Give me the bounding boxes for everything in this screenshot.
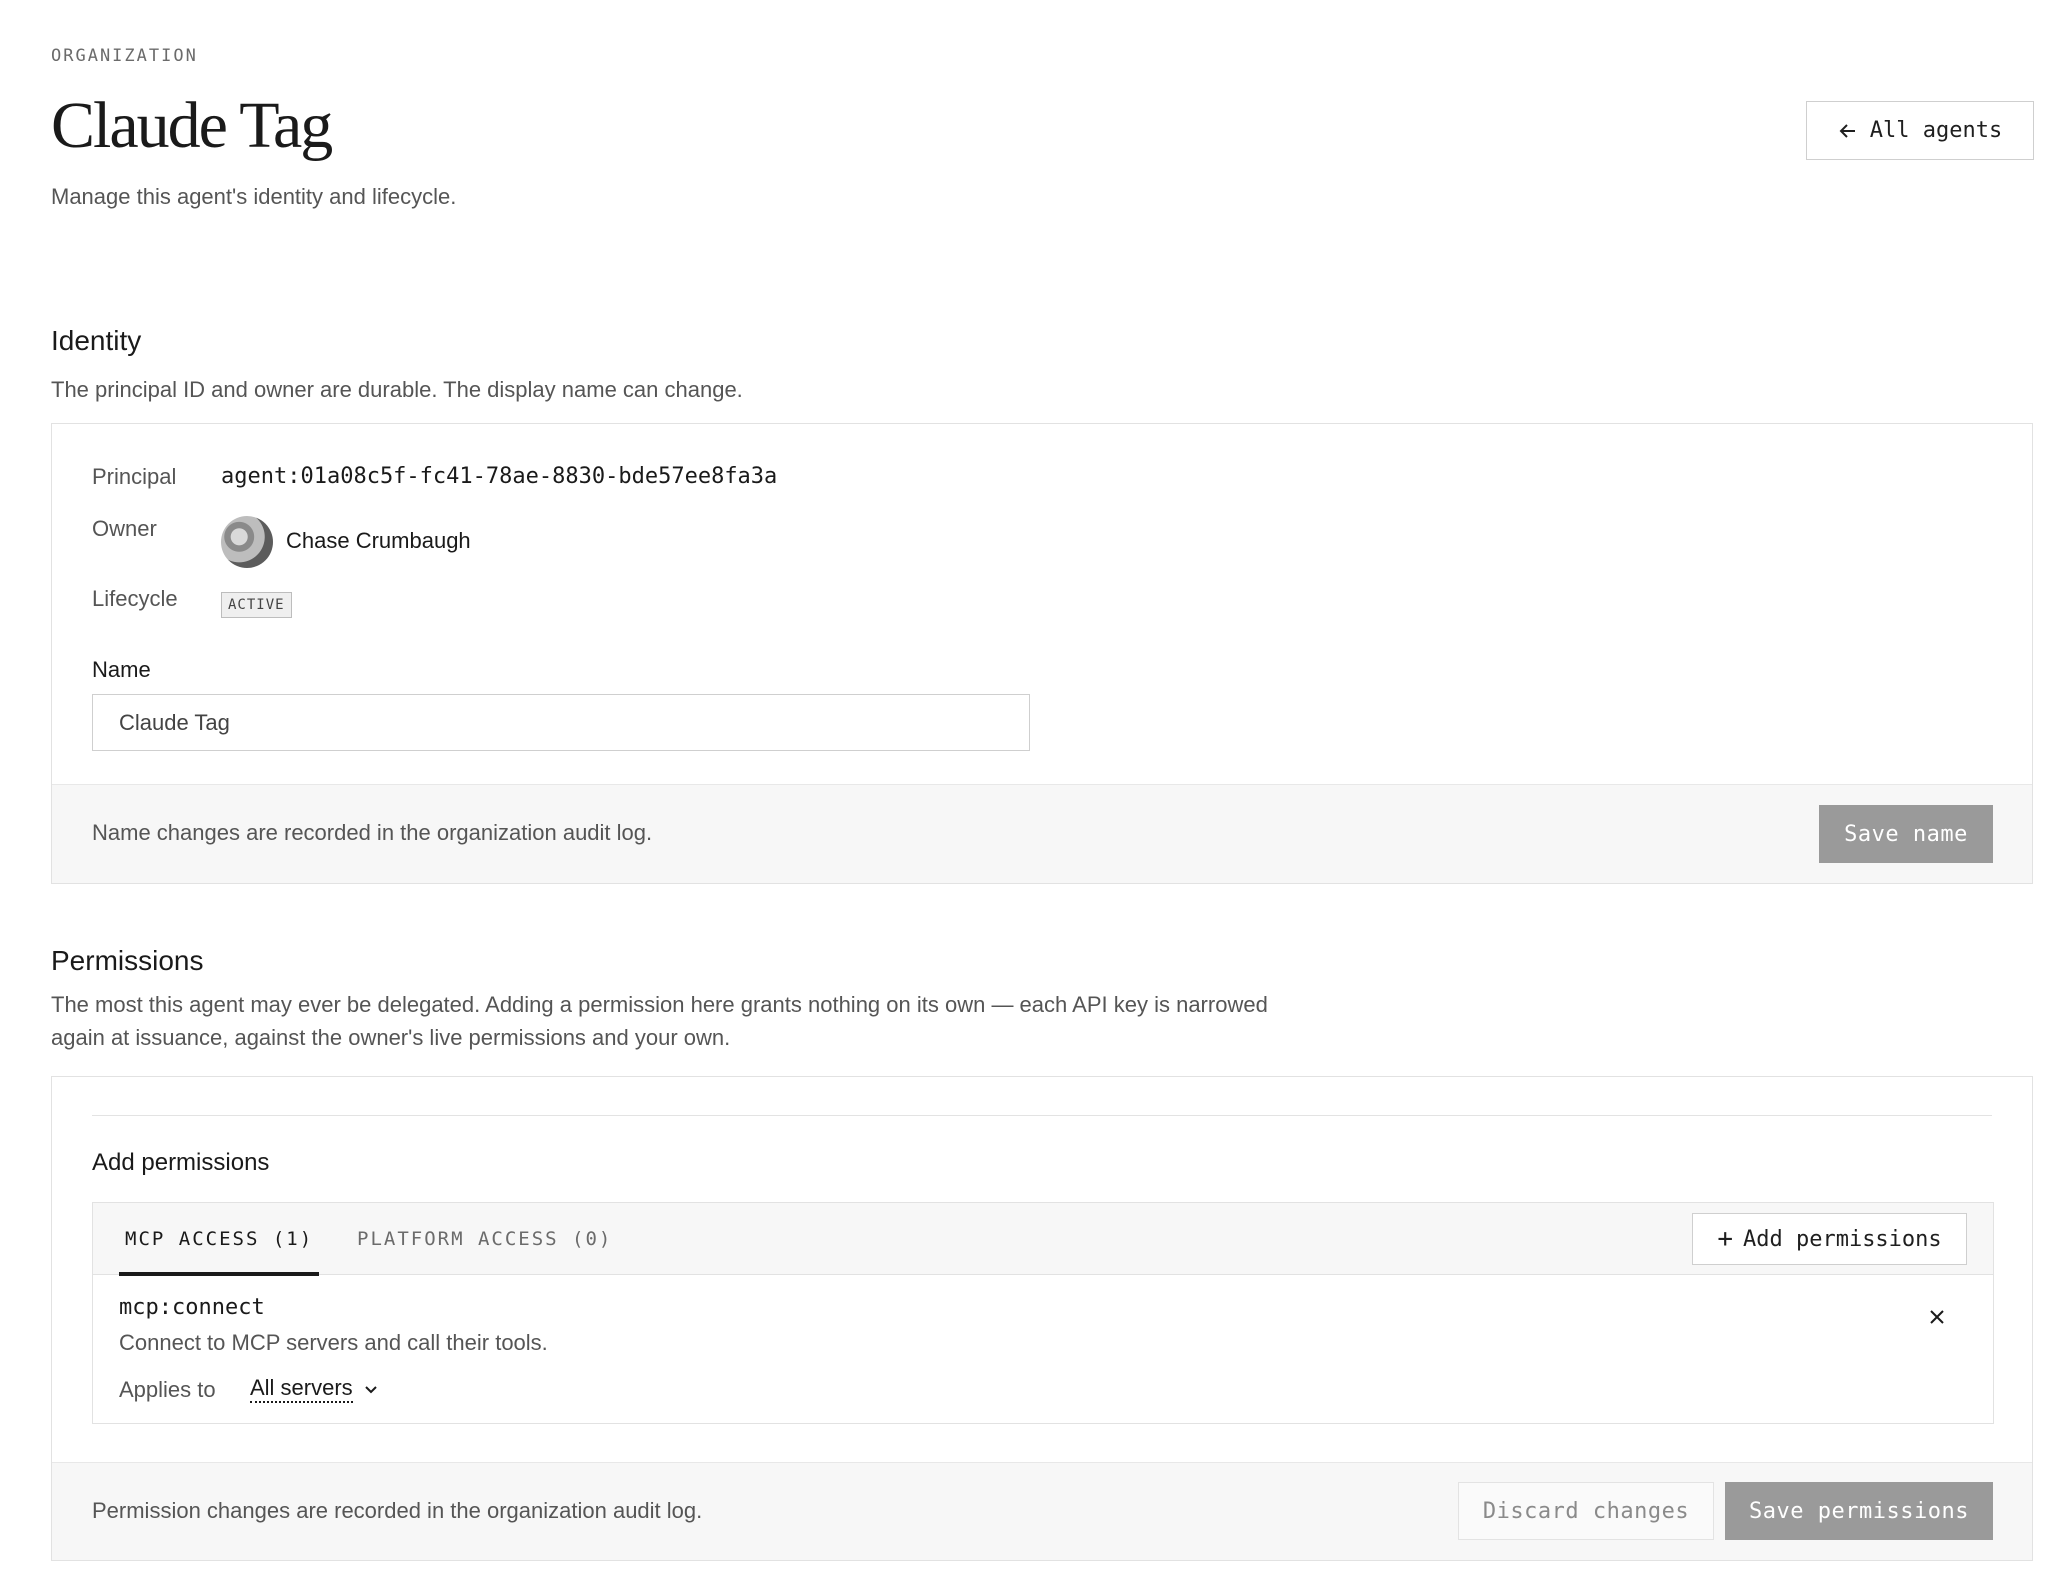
applies-to-label: Applies to — [119, 1377, 216, 1402]
remove-permission-button[interactable] — [1925, 1305, 1949, 1329]
save-permissions-button[interactable]: Save permissions — [1725, 1482, 1993, 1540]
owner-label: Owner — [92, 516, 157, 541]
lifecycle-status-badge: ACTIVE — [221, 592, 292, 618]
plus-icon: + — [1717, 1224, 1733, 1254]
close-icon — [1930, 1310, 1944, 1324]
add-permissions-button[interactable]: + Add permissions — [1692, 1213, 1967, 1265]
all-agents-button[interactable]: All agents — [1806, 101, 2034, 160]
identity-card: Principal agent:01a08c5f-fc41-78ae-8830-… — [51, 423, 2033, 884]
permissions-card-footer: Permission changes are recorded in the o… — [52, 1462, 2032, 1560]
identity-description: The principal ID and owner are durable. … — [51, 377, 743, 402]
permission-description: Connect to MCP servers and call their to… — [119, 1330, 548, 1355]
permissions-tabbar: MCP ACCESS (1) PLATFORM ACCESS (0) + Add… — [93, 1203, 1993, 1276]
permissions-divider — [92, 1115, 1992, 1116]
permissions-description-line2: again at issuance, against the owner's l… — [51, 1025, 731, 1050]
permissions-panel: MCP ACCESS (1) PLATFORM ACCESS (0) + Add… — [92, 1202, 1994, 1424]
chevron-down-icon — [364, 1386, 377, 1394]
breadcrumb-organization: ORGANIZATION — [51, 46, 198, 66]
tab-mcp-access[interactable]: MCP ACCESS (1) — [119, 1203, 320, 1276]
name-field-label: Name — [92, 657, 151, 682]
permissions-description-line1: The most this agent may ever be delegate… — [51, 992, 1268, 1017]
permissions-heading: Permissions — [51, 945, 204, 976]
identity-heading: Identity — [51, 325, 142, 356]
permissions-card: Add permissions MCP ACCESS (1) PLATFORM … — [51, 1076, 2033, 1561]
permission-name: mcp:connect — [119, 1295, 265, 1320]
lifecycle-label: Lifecycle — [92, 586, 178, 611]
principal-value: agent:01a08c5f-fc41-78ae-8830-bde57ee8fa… — [221, 464, 778, 489]
tab-platform-access[interactable]: PLATFORM ACCESS (0) — [351, 1203, 618, 1275]
name-input[interactable] — [92, 694, 1030, 751]
add-permissions-label: Add permissions — [1742, 1226, 1942, 1252]
permission-item: mcp:connect Connect to MCP servers and c… — [93, 1275, 1993, 1423]
identity-footer-note: Name changes are recorded in the organiz… — [92, 820, 653, 845]
save-name-button[interactable]: Save name — [1819, 805, 1993, 863]
all-agents-label: All agents — [1869, 118, 2003, 143]
applies-to-select[interactable]: All servers — [250, 1375, 379, 1403]
permissions-footer-note: Permission changes are recorded in the o… — [92, 1498, 703, 1523]
owner-avatar — [221, 516, 273, 568]
discard-changes-button[interactable]: Discard changes — [1458, 1482, 1714, 1540]
page-subtitle: Manage this agent's identity and lifecyc… — [51, 184, 457, 209]
arrow-left-icon — [1839, 123, 1855, 138]
principal-label: Principal — [92, 464, 177, 489]
add-permissions-heading: Add permissions — [92, 1149, 270, 1176]
owner-name: Chase Crumbaugh — [286, 528, 471, 553]
agent-settings-page: ORGANIZATION Claude Tag Manage this agen… — [0, 0, 2048, 1590]
page-title: Claude Tag — [51, 89, 333, 162]
identity-card-footer: Name changes are recorded in the organiz… — [52, 784, 2032, 883]
applies-to-value: All servers — [250, 1375, 353, 1403]
